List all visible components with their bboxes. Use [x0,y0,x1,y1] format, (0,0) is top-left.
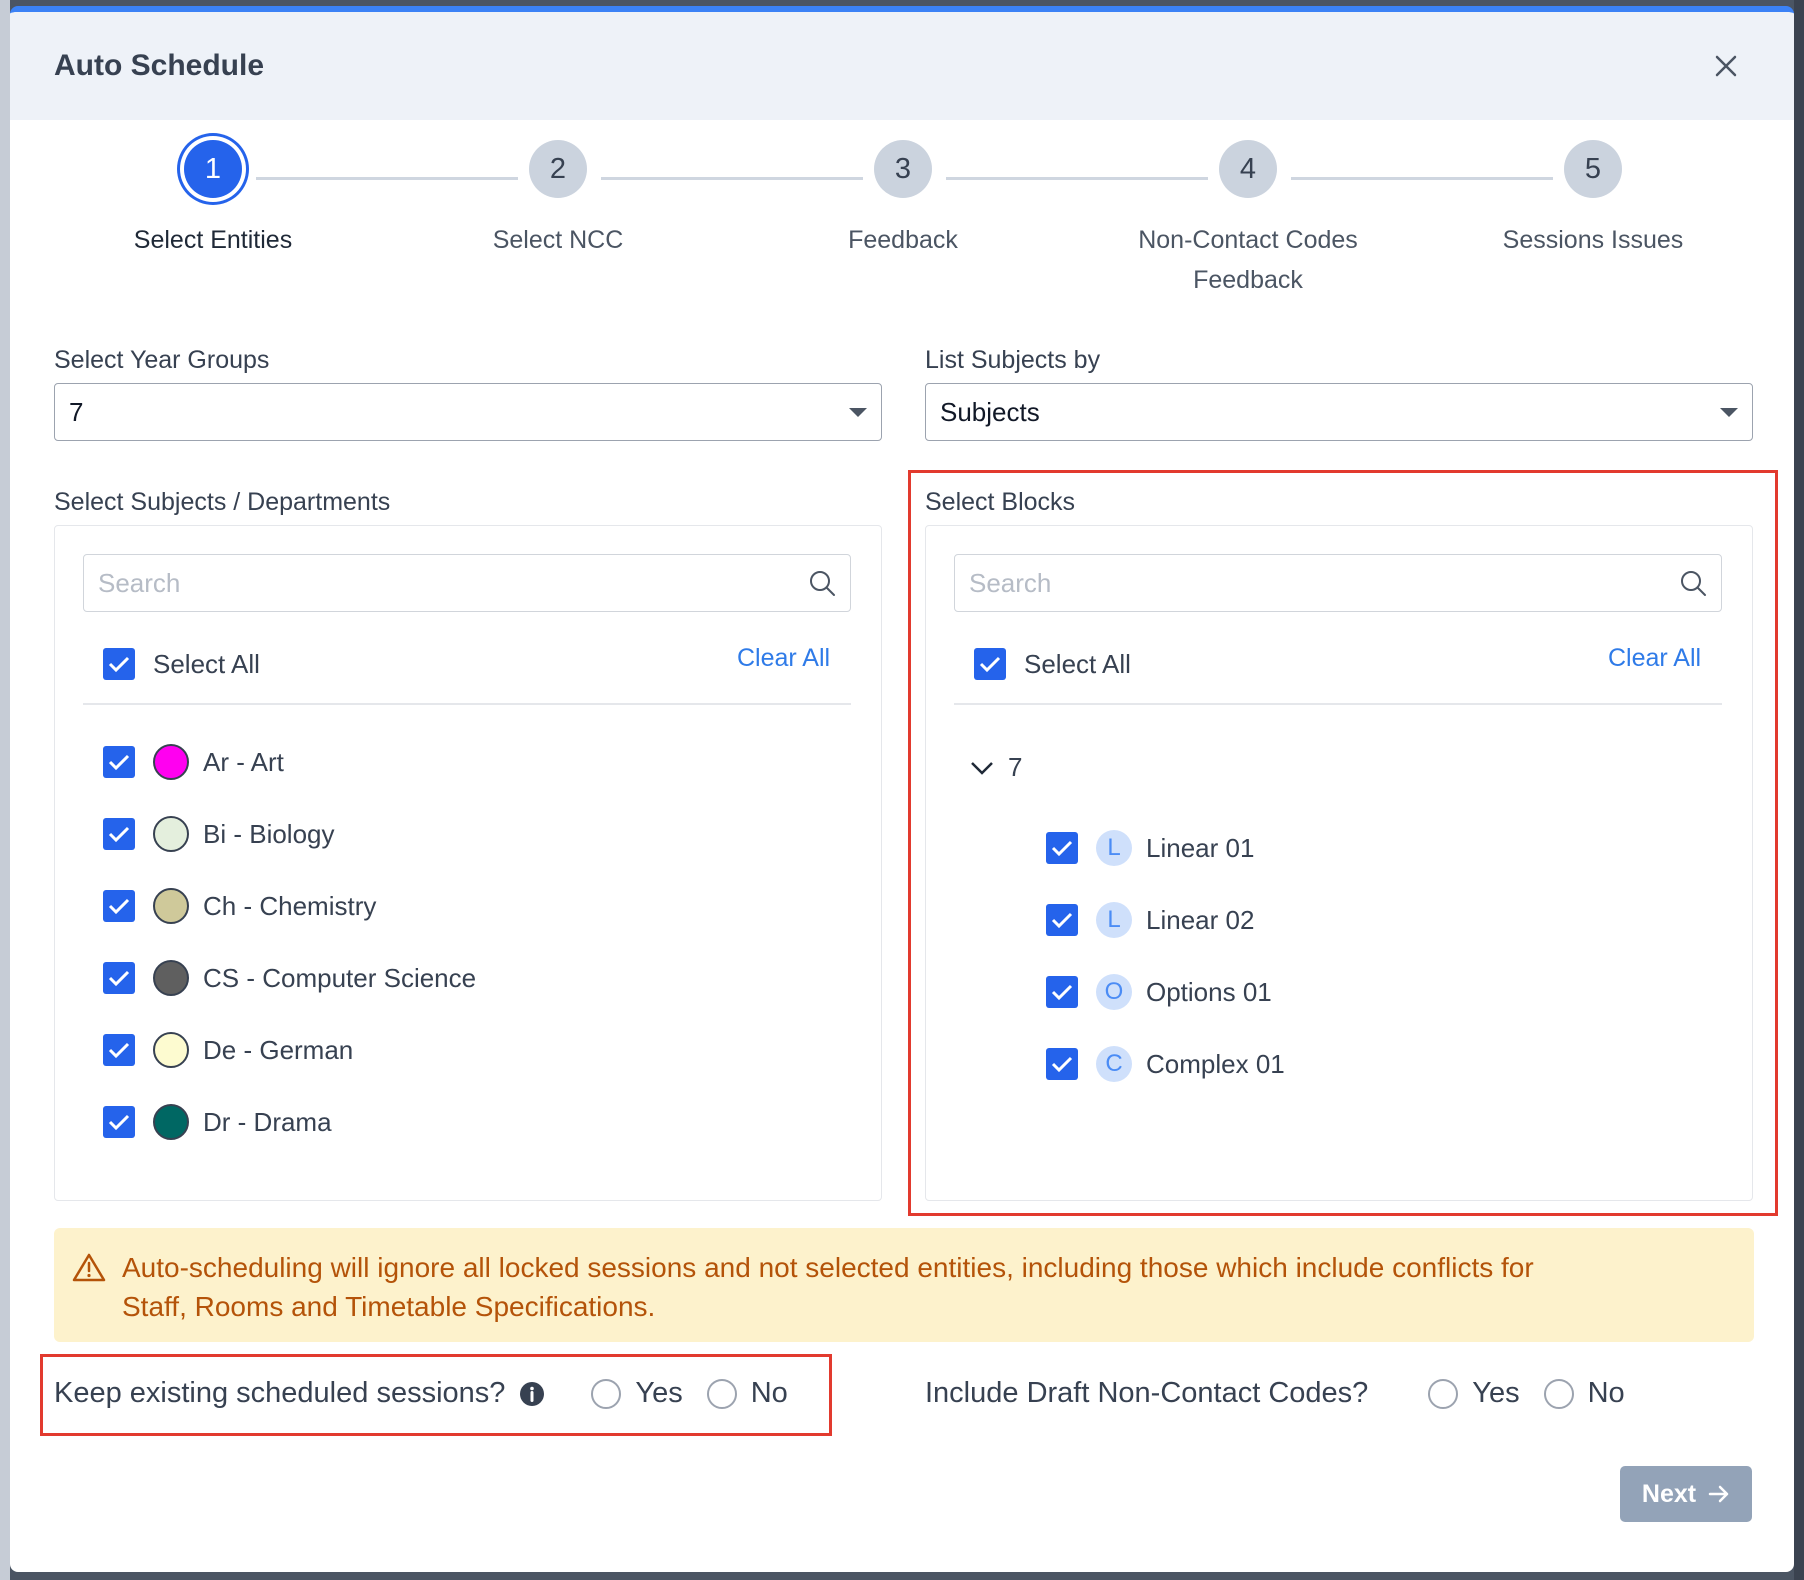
subject-label: CS - Computer Science [203,962,477,993]
subject-label: Ch - Chemistry [203,890,377,921]
subject-item[interactable]: CS - Computer Science [103,960,476,996]
subjects-label: Select Subjects / Departments [54,488,391,516]
subject-item[interactable]: De - German [103,1032,353,1068]
subjects-clear-all-link[interactable]: Clear All [737,644,830,673]
step-number: 1 [184,140,242,198]
warning-banner: Auto-scheduling will ignore all locked s… [54,1228,1754,1342]
color-swatch [153,744,189,780]
step-label: Sessions Issues [1502,226,1684,254]
caret-down-icon [849,407,867,417]
step-select-ncc[interactable]: 2 Select NCC [408,140,708,260]
check-icon [108,754,130,771]
radio-button[interactable] [1428,1378,1459,1409]
keep-existing-highlight-box [40,1354,832,1436]
checkbox-checked[interactable] [103,818,135,850]
check-icon [108,656,130,673]
arrow-right-icon [1708,1485,1729,1503]
yes-label: Yes [1472,1377,1520,1409]
step-feedback[interactable]: 3 Feedback [753,140,1053,260]
checkbox-checked[interactable] [103,746,135,778]
step-non-contact-codes-feedback[interactable]: 4 Non-Contact Codes Feedback [1098,140,1398,300]
color-swatch [153,816,189,852]
step-label-line2: Feedback [1193,266,1303,294]
subject-label: De - German [203,1034,354,1065]
checkbox-checked[interactable] [103,648,135,680]
step-sessions-issues[interactable]: 5 Sessions Issues [1443,140,1743,260]
color-swatch [153,960,189,996]
subjects-panel: Select All Clear All Ar - Art Bi - Biolo… [54,525,882,1201]
step-number: 3 [874,140,932,198]
step-select-entities[interactable]: 1 Select Entities [63,140,363,260]
checkbox-checked[interactable] [103,962,135,994]
subject-item[interactable]: Ch - Chemistry [103,888,376,924]
caret-down-icon [1720,407,1738,417]
backdrop-right [1794,0,1804,1580]
check-icon [108,826,130,843]
stepper: 1 Select Entities 2 Select NCC 3 Feedbac… [10,120,1794,325]
close-button[interactable] [1706,46,1746,86]
list-subjects-by-select[interactable]: Subjects [925,383,1753,441]
include-draft-no[interactable]: No [1543,1377,1625,1410]
subject-item[interactable]: Dr - Drama [103,1104,332,1140]
color-swatch [153,888,189,924]
step-label: Non-Contact Codes Feedback [1098,220,1398,300]
subject-item[interactable]: Bi - Biology [103,816,335,852]
check-icon [108,1042,130,1059]
step-number: 5 [1564,140,1622,198]
modal-header: Auto Schedule [10,12,1794,120]
list-subjects-by-label: List Subjects by [925,346,1101,374]
step-number: 4 [1219,140,1277,198]
subjects-select-all[interactable]: Select All [103,648,260,680]
include-draft-yes[interactable]: Yes [1428,1377,1520,1410]
checkbox-checked[interactable] [103,1106,135,1138]
checkbox-checked[interactable] [103,890,135,922]
divider [83,703,851,705]
check-icon [108,970,130,987]
subject-label: Ar - Art [203,746,284,777]
search-icon [810,571,835,596]
color-swatch [153,1104,189,1140]
backdrop-left [0,0,10,1580]
step-label: Feedback [848,226,958,254]
year-groups-select[interactable]: 7 [54,383,882,441]
no-label: No [1587,1377,1625,1409]
step-label: Select NCC [492,226,624,254]
subject-label: Bi - Biology [203,818,335,849]
modal-title: Auto Schedule [54,49,265,82]
check-icon [108,1114,130,1131]
checkbox-checked[interactable] [103,1034,135,1066]
next-button[interactable]: Next [1620,1466,1752,1522]
next-label: Next [1641,1479,1697,1508]
include-draft-question: Include Draft Non-Contact Codes? Yes No [925,1377,1625,1410]
blocks-highlight-box [908,470,1778,1216]
subjects-search-input[interactable] [98,567,763,599]
subjects-search-box[interactable] [83,554,851,612]
auto-schedule-modal: Auto Schedule 1 Select Entities 2 Select… [10,6,1794,1572]
select-all-label: Select All [153,648,260,679]
subject-item[interactable]: Ar - Art [103,744,284,780]
radio-button[interactable] [1543,1378,1574,1409]
step-label-line1: Non-Contact Codes [1138,226,1358,254]
include-draft-label: Include Draft Non-Contact Codes? [925,1377,1369,1409]
check-icon [108,898,130,915]
warning-line-2: Staff, Rooms and Timetable Specification… [122,1291,656,1322]
close-icon [1715,55,1737,77]
warning-line-1: Auto-scheduling will ignore all locked s… [122,1252,1534,1283]
warning-triangle-icon [72,1253,106,1282]
color-swatch [153,1032,189,1068]
step-number: 2 [529,140,587,198]
year-groups-value: 7 [69,396,84,427]
warning-text: Auto-scheduling will ignore all locked s… [122,1248,1534,1342]
step-label: Select Entities [133,226,293,254]
year-groups-label: Select Year Groups [54,346,270,374]
subject-label: Dr - Drama [203,1106,332,1137]
list-subjects-by-value: Subjects [940,396,1040,427]
